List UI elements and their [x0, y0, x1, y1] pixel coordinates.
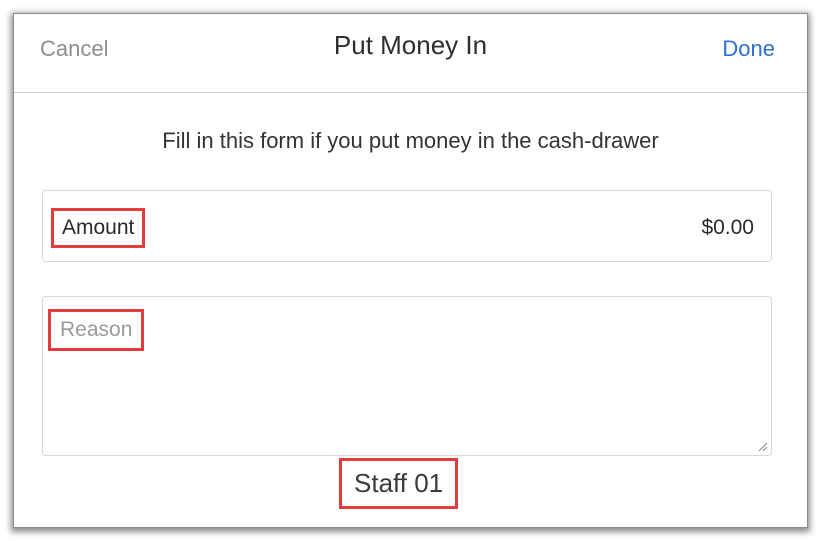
amount-label: Amount — [51, 208, 146, 248]
dialog: Cancel Put Money In Done Fill in this fo… — [14, 14, 807, 527]
staff-name: Staff 01 — [339, 458, 459, 509]
dialog-header: Cancel Put Money In Done — [14, 14, 807, 93]
amount-value[interactable]: $0.00 — [701, 216, 754, 240]
amount-field[interactable]: Amount $0.00 — [42, 190, 772, 262]
resize-handle-icon[interactable] — [758, 442, 768, 452]
form-instruction: Fill in this form if you put money in th… — [162, 128, 659, 153]
done-button[interactable]: Done — [722, 36, 775, 62]
reason-textarea[interactable]: Reason — [42, 296, 772, 456]
reason-placeholder: Reason — [48, 309, 145, 351]
dialog-title: Put Money In — [333, 30, 488, 60]
